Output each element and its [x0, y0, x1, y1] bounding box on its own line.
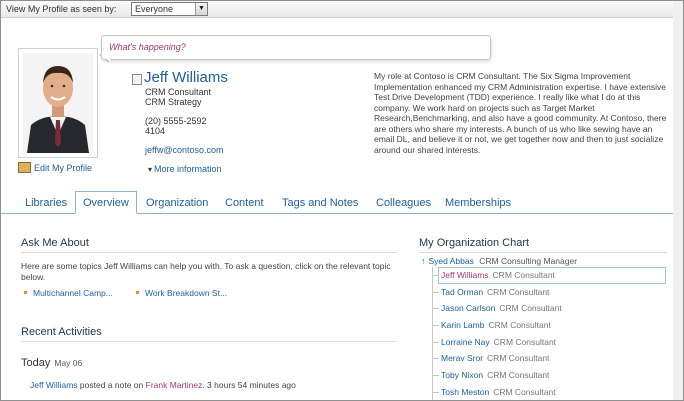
more-information-link[interactable]: ▾ More information	[148, 164, 222, 174]
manager-name-link[interactable]: Syed Abbas	[429, 256, 474, 266]
member-title: CRM Consultant	[493, 337, 557, 347]
org-member[interactable]: Toby Nixon CRM Consultant	[432, 367, 549, 383]
org-chart-title: My Organization Chart	[419, 237, 530, 249]
tab-content[interactable]: Content	[222, 194, 267, 212]
about-me-text: My role at Contoso is CRM Consultant. Th…	[374, 71, 667, 155]
org-member[interactable]: Lorraine Nay CRM Consultant	[432, 334, 556, 350]
vertical-scrollbar[interactable]	[673, 1, 683, 400]
profile-page: View My Profile as seen by: Everyone ▼ W…	[0, 0, 684, 401]
chevron-down-icon[interactable]: ▼	[195, 3, 207, 15]
org-member[interactable]: Merav Sror CRM Consultant	[432, 350, 549, 366]
activity-item: Jeff Williams posted a note on Frank Mar…	[30, 380, 296, 390]
org-tree-branch	[432, 392, 439, 394]
activity-user-link[interactable]: Jeff Williams	[30, 380, 78, 390]
bullet-icon	[24, 291, 27, 294]
tab-organization[interactable]: Organization	[143, 194, 211, 212]
org-tree-branch	[432, 375, 439, 377]
edit-profile-label: Edit My Profile	[34, 163, 93, 173]
edit-profile-link[interactable]: Edit My Profile	[18, 162, 92, 173]
ask-me-about-title: Ask Me About	[21, 237, 89, 249]
member-title: CRM Consultant	[493, 387, 556, 397]
member-title: CRM Consultant	[488, 320, 551, 330]
topic-label: Work Breakdown St...	[145, 288, 228, 298]
tab-overview[interactable]: Overview	[75, 191, 137, 214]
activity-date: May 06	[54, 358, 83, 368]
more-information-label: More information	[154, 164, 222, 174]
member-name[interactable]: Tosh Meston	[441, 387, 489, 397]
activity-day: Today	[21, 357, 51, 369]
member-title: CRM Consultant	[487, 287, 550, 297]
org-tree-branch	[432, 275, 439, 277]
recent-activities-title: Recent Activities	[21, 326, 102, 338]
member-title: CRM Consultant	[492, 270, 555, 280]
member-name[interactable]: Tad Orman	[441, 287, 483, 297]
manager-title: CRM Consulting Manager	[479, 256, 578, 266]
view-as-value: Everyone	[135, 4, 174, 14]
org-member[interactable]: Tosh Meston CRM Consultant	[432, 384, 556, 400]
section-divider	[21, 341, 397, 342]
member-title: CRM Consultant	[487, 370, 550, 380]
activity-text: posted a note on	[79, 380, 144, 390]
member-title: CRM Consultant	[499, 303, 562, 313]
member-name[interactable]: Jeff Williams	[441, 270, 489, 280]
tab-libraries[interactable]: Libraries	[22, 194, 70, 212]
org-member[interactable]: Karin Lamb CRM Consultant	[432, 317, 551, 333]
profile-photo	[18, 48, 98, 158]
org-tree-branch	[432, 325, 439, 327]
topic-link[interactable]: Work Breakdown St...	[136, 288, 227, 298]
status-placeholder: What's happening?	[109, 42, 186, 52]
tab-memberships[interactable]: Memberships	[442, 194, 514, 212]
profile-name: Jeff Williams	[144, 69, 228, 86]
profile-department: CRM Strategy	[145, 97, 202, 107]
bullet-icon	[136, 291, 139, 294]
activity-time: . 3 hours 54 minutes ago	[202, 380, 296, 390]
member-name[interactable]: Toby Nixon	[441, 370, 483, 380]
profile-job-title: CRM Consultant	[145, 87, 212, 97]
tab-tags-and-notes[interactable]: Tags and Notes	[279, 194, 361, 212]
topic-link[interactable]: Multichannel Camp...	[24, 288, 113, 298]
member-name[interactable]: Merav Sror	[441, 353, 483, 363]
activity-day-heading: Today May 06	[21, 357, 82, 369]
edit-profile-icon	[18, 162, 31, 173]
profile-email-link[interactable]: jeffw@contoso.com	[145, 145, 224, 155]
topic-label: Multichannel Camp...	[33, 288, 113, 298]
section-divider	[419, 252, 667, 253]
view-as-select[interactable]: Everyone ▼	[131, 2, 208, 16]
org-manager: ↑ Syed Abbas CRM Consulting Manager	[421, 256, 577, 266]
chevron-down-icon: ▾	[148, 165, 153, 174]
org-member-selected[interactable]: Jeff Williams CRM Consultant	[432, 267, 666, 284]
org-member[interactable]: Jason Carlson CRM Consultant	[432, 300, 562, 316]
org-tree-branch	[432, 358, 439, 360]
profile-phone: (20) 5555-2592	[145, 116, 207, 126]
arrow-up-icon[interactable]: ↑	[421, 256, 426, 266]
member-title: CRM Consultant	[487, 353, 550, 363]
activity-target-link[interactable]: Frank Martinez	[146, 380, 203, 390]
profile-phone-extension: 4104	[145, 126, 166, 136]
org-tree-branch	[432, 308, 439, 310]
member-name[interactable]: Lorraine Nay	[441, 337, 490, 347]
status-input[interactable]: What's happening?	[101, 35, 491, 60]
view-as-label: View My Profile as seen by:	[6, 4, 117, 14]
org-tree-branch	[432, 292, 439, 294]
org-tree-branch	[432, 342, 439, 344]
ask-me-about-description: Here are some topics Jeff Williams can h…	[21, 261, 391, 282]
member-name[interactable]: Karin Lamb	[441, 320, 484, 330]
section-divider	[21, 252, 397, 253]
member-name[interactable]: Jason Carlson	[441, 303, 495, 313]
status-bubble-tail-fill	[101, 48, 110, 62]
view-as-bar: View My Profile as seen by: Everyone ▼	[1, 1, 683, 18]
profile-tabs: Libraries Overview Organization Content …	[1, 191, 683, 214]
tab-colleagues[interactable]: Colleagues	[373, 194, 434, 212]
presence-icon[interactable]	[132, 74, 142, 85]
org-member[interactable]: Tad Orman CRM Consultant	[432, 284, 549, 300]
